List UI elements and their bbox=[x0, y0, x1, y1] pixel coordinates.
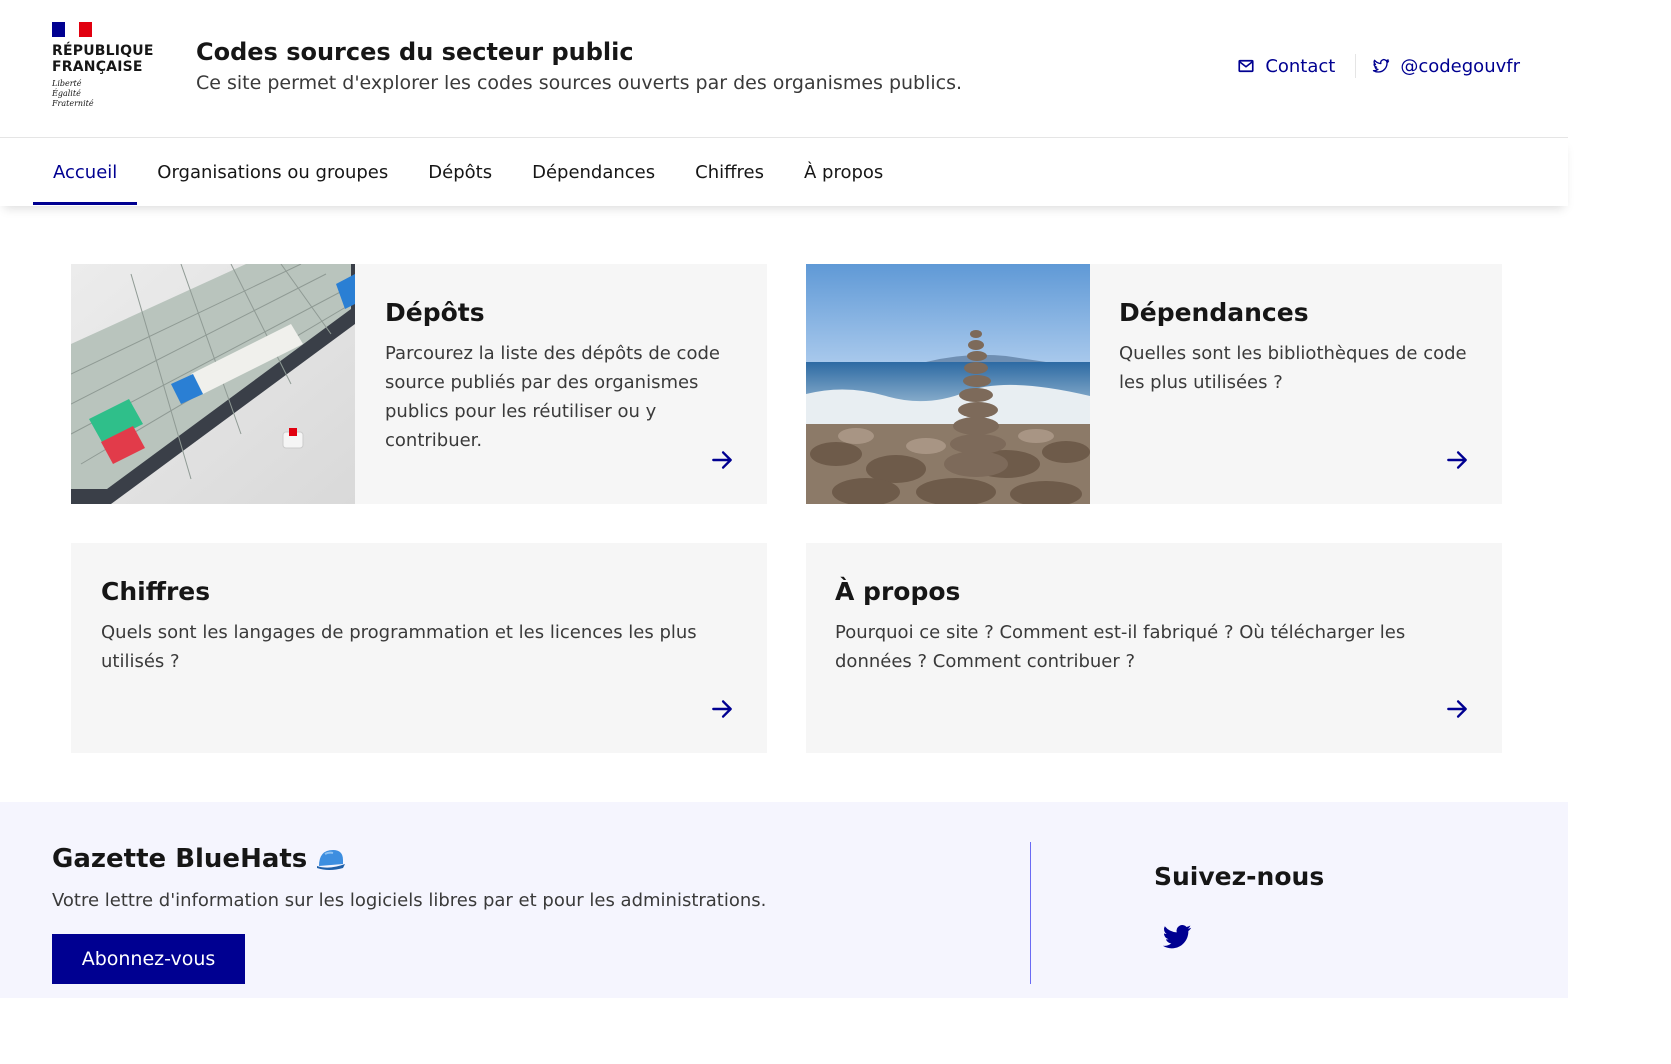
nav-item-a-propos[interactable]: À propos bbox=[784, 138, 903, 206]
gazette-title: Gazette BlueHats bbox=[52, 844, 347, 874]
site-tagline: Ce site permet d'explorer les codes sour… bbox=[196, 72, 963, 94]
follow-section: Gazette BlueHats Votre lettre d'informat… bbox=[0, 802, 1568, 998]
follow-title: Suivez-nous bbox=[1154, 862, 1325, 891]
gazette-description: Votre lettre d'information sur les logic… bbox=[52, 890, 767, 911]
contact-label: Contact bbox=[1265, 55, 1336, 77]
card-title: À propos bbox=[835, 577, 961, 606]
marianne-flag-icon bbox=[52, 22, 92, 37]
site-title[interactable]: Codes sources du secteur public bbox=[196, 38, 634, 66]
contact-link[interactable]: Contact bbox=[1237, 56, 1335, 77]
card-title: Dépôts bbox=[385, 298, 485, 327]
bluehat-cap-icon bbox=[317, 850, 346, 870]
nav-item-depots[interactable]: Dépôts bbox=[408, 138, 512, 206]
gazette-title-text: Gazette BlueHats bbox=[52, 844, 308, 874]
twitter-icon[interactable] bbox=[1160, 920, 1194, 954]
card-title: Dépendances bbox=[1119, 298, 1309, 327]
keyboard-photo bbox=[71, 264, 355, 504]
logo-title: RÉPUBLIQUE FRANÇAISE bbox=[52, 43, 154, 75]
header-tools: Contact @codegouvfr bbox=[1237, 54, 1520, 78]
card-dependances[interactable]: Dépendances Quelles sont les bibliothèqu… bbox=[806, 264, 1502, 504]
arrow-right-icon[interactable] bbox=[1444, 447, 1470, 473]
subscribe-button[interactable]: Abonnez-vous bbox=[52, 934, 245, 984]
footer-divider bbox=[1030, 842, 1031, 984]
logo-motto: Liberté Égalité Fraternité bbox=[52, 79, 94, 108]
twitter-label: @codegouvfr bbox=[1400, 55, 1520, 77]
tools-divider bbox=[1355, 54, 1357, 78]
card-a-propos[interactable]: À propos Pourquoi ce site ? Comment est-… bbox=[806, 543, 1502, 753]
card-description: Quelles sont les bibliothèques de code l… bbox=[1119, 343, 1467, 393]
republique-francaise-logo[interactable]: RÉPUBLIQUE FRANÇAISE Liberté Égalité Fra… bbox=[52, 22, 162, 109]
nav-item-organisations[interactable]: Organisations ou groupes bbox=[137, 138, 408, 206]
card-description: Parcourez la liste des dépôts de code so… bbox=[385, 343, 720, 451]
arrow-right-icon[interactable] bbox=[1444, 696, 1470, 722]
card-depots[interactable]: Dépôts Parcourez la liste des dépôts de … bbox=[71, 264, 767, 504]
card-chiffres[interactable]: Chiffres Quels sont les langages de prog… bbox=[71, 543, 767, 753]
arrow-right-icon[interactable] bbox=[709, 447, 735, 473]
card-title: Chiffres bbox=[101, 577, 211, 606]
main-navigation: Accueil Organisations ou groupes Dépôts … bbox=[0, 138, 1568, 206]
twitter-icon bbox=[1373, 59, 1390, 73]
site-header: RÉPUBLIQUE FRANÇAISE Liberté Égalité Fra… bbox=[0, 0, 1568, 138]
mail-icon bbox=[1238, 59, 1254, 73]
nav-item-dependances[interactable]: Dépendances bbox=[512, 138, 675, 206]
card-description: Quels sont les langages de programmation… bbox=[101, 622, 697, 672]
nav-item-accueil[interactable]: Accueil bbox=[33, 138, 138, 206]
stacked-stones-photo bbox=[806, 264, 1090, 504]
nav-item-chiffres[interactable]: Chiffres bbox=[675, 138, 784, 206]
twitter-link[interactable]: @codegouvfr bbox=[1372, 56, 1520, 77]
card-description: Pourquoi ce site ? Comment est-il fabriq… bbox=[835, 622, 1406, 672]
arrow-right-icon[interactable] bbox=[709, 696, 735, 722]
